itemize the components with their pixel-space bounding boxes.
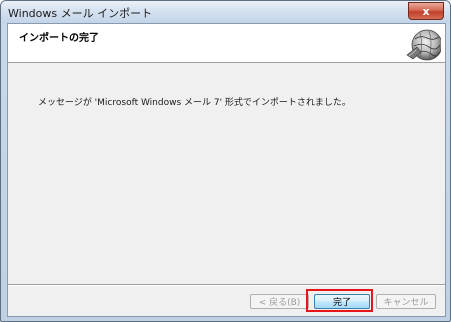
globe-logo-icon xyxy=(406,29,441,61)
window-title: Windows メール インポート xyxy=(8,7,153,20)
title-bar[interactable]: Windows メール インポート x xyxy=(1,1,450,23)
dialog-client-area: インポートの完了 メッセージが 'Microsoft Windows メール 7… xyxy=(7,23,446,317)
back-button[interactable]: < 戻る(B) xyxy=(250,294,309,309)
cancel-button[interactable]: キャンセル xyxy=(376,294,436,309)
footer-divider xyxy=(8,284,445,286)
wizard-header: インポートの完了 xyxy=(8,24,445,63)
close-button[interactable]: x xyxy=(408,2,444,20)
close-icon: x xyxy=(422,4,430,18)
page-title: インポートの完了 xyxy=(19,33,99,44)
import-dialog-window: Windows メール インポート x インポートの完了 メッセージが 'Mic… xyxy=(0,0,451,322)
finish-button[interactable]: 完了 xyxy=(314,294,370,309)
import-complete-message: メッセージが 'Microsoft Windows メール 7' 形式でインポー… xyxy=(38,98,351,108)
